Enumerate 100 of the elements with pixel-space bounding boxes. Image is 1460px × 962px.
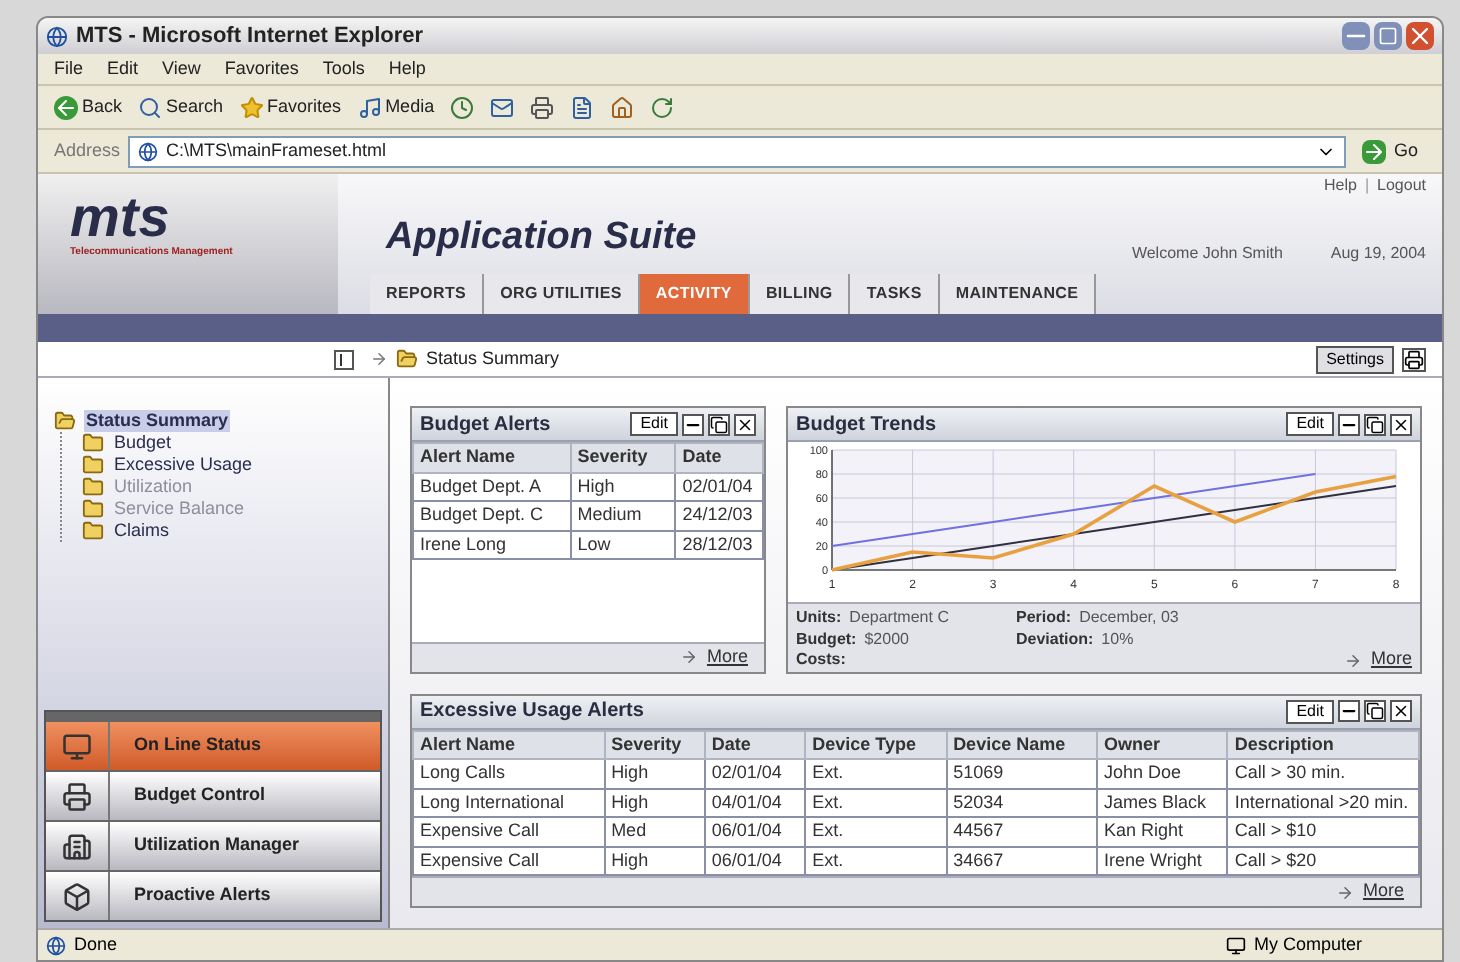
table-cell: Long Calls bbox=[413, 759, 605, 788]
close-icon[interactable] bbox=[1390, 413, 1412, 435]
menu-item[interactable]: Edit bbox=[107, 55, 139, 83]
folder-icon bbox=[82, 476, 104, 498]
breadcrumb-text: Status Summary bbox=[426, 345, 562, 372]
table-cell: Medium bbox=[570, 501, 676, 530]
collapse-icon[interactable] bbox=[334, 349, 354, 369]
menu-item[interactable]: Favorites bbox=[224, 55, 299, 83]
table-cell: 02/01/04 bbox=[675, 472, 763, 501]
tree-item[interactable]: Budget bbox=[112, 432, 174, 454]
edit-button[interactable]: Edit bbox=[1286, 412, 1334, 436]
toolbar-button[interactable]: Back bbox=[54, 93, 123, 121]
table-cell: Call > $20 bbox=[1227, 846, 1419, 875]
menu-item[interactable]: Help bbox=[388, 55, 426, 83]
table-cell: Long International bbox=[413, 788, 605, 817]
toolbar-button[interactable]: Search bbox=[138, 93, 224, 121]
table-cell: Expensive Call bbox=[413, 846, 605, 875]
history-icon[interactable] bbox=[450, 95, 475, 119]
side-panel-item[interactable]: Proactive Alerts bbox=[46, 872, 380, 920]
home-icon[interactable] bbox=[610, 95, 635, 119]
toolbar-button[interactable]: Favorites bbox=[239, 93, 342, 121]
maximize-icon[interactable] bbox=[1374, 22, 1402, 50]
date-text: Aug 19, 2004 bbox=[1330, 242, 1426, 266]
arrow-icon bbox=[680, 648, 699, 666]
table-cell: 28/12/03 bbox=[675, 530, 763, 559]
nav-tab[interactable]: MAINTENANCE bbox=[939, 274, 1097, 314]
mail-icon[interactable] bbox=[490, 95, 515, 119]
table-cell: 44567 bbox=[946, 817, 1097, 846]
edit-button[interactable]: Edit bbox=[630, 412, 678, 436]
tree-item[interactable]: Excessive Usage bbox=[112, 454, 255, 476]
window-title: MTS - Microsoft Internet Explorer bbox=[76, 21, 426, 52]
header-link[interactable]: Help bbox=[1324, 174, 1357, 198]
menu-item[interactable]: View bbox=[162, 55, 201, 83]
minimize-icon[interactable] bbox=[1338, 700, 1360, 722]
edit-button[interactable]: Edit bbox=[1286, 699, 1334, 723]
detail-value: $2000 bbox=[864, 627, 909, 651]
page-icon bbox=[46, 935, 66, 955]
table-cell: 34667 bbox=[946, 846, 1097, 875]
arrow-icon bbox=[370, 350, 388, 368]
music-icon bbox=[357, 95, 382, 119]
table-cell: Ext. bbox=[805, 759, 947, 788]
arrow-icon bbox=[1344, 651, 1363, 669]
table-cell: Budget Dept. A bbox=[413, 472, 571, 501]
table-cell: 24/12/03 bbox=[675, 501, 763, 530]
table-cell: Ext. bbox=[805, 788, 947, 817]
close-icon[interactable] bbox=[1390, 700, 1412, 722]
more-link[interactable]: More bbox=[706, 643, 748, 671]
table-cell: 52034 bbox=[946, 788, 1097, 817]
nav-tab[interactable]: BILLING bbox=[749, 274, 851, 314]
zone-text: My Computer bbox=[1254, 931, 1365, 958]
restore-icon[interactable] bbox=[1364, 413, 1386, 435]
minimize-icon[interactable] bbox=[1338, 413, 1360, 435]
more-link[interactable]: More bbox=[1370, 646, 1412, 674]
table-cell: Call > $10 bbox=[1227, 817, 1419, 846]
table-cell: Irene Long bbox=[413, 530, 571, 559]
side-panel-item[interactable]: Utilization Manager bbox=[46, 822, 380, 870]
restore-icon[interactable] bbox=[1364, 700, 1386, 722]
header-link[interactable]: Logout bbox=[1377, 174, 1426, 198]
detail-value: Department C bbox=[849, 606, 949, 630]
document-icon[interactable] bbox=[570, 95, 595, 119]
print-icon[interactable] bbox=[530, 95, 555, 119]
card-title: Excessive Usage Alerts bbox=[420, 698, 646, 726]
go-button[interactable]: Go bbox=[1353, 137, 1426, 165]
side-panel-item[interactable]: Budget Control bbox=[46, 772, 380, 820]
table-cell: Ext. bbox=[805, 846, 947, 875]
go-arrow-icon bbox=[1361, 139, 1386, 163]
toolbar-button[interactable]: Media bbox=[357, 93, 435, 121]
column-header: Owner bbox=[1097, 730, 1228, 759]
detail-label: Deviation: bbox=[1016, 627, 1094, 651]
menu-item[interactable]: Tools bbox=[322, 55, 365, 83]
address-field[interactable]: C:\MTS\mainFrameset.html bbox=[128, 135, 1346, 167]
refresh-icon[interactable] bbox=[650, 95, 675, 119]
minimize-icon[interactable] bbox=[682, 413, 704, 435]
nav-tab[interactable]: ORG UTILITIES bbox=[484, 274, 640, 314]
detail-value: December, 03 bbox=[1079, 606, 1179, 630]
search-icon bbox=[138, 95, 163, 119]
folder-icon bbox=[54, 410, 76, 432]
detail-label: Costs: bbox=[796, 648, 846, 672]
table-cell: Irene Wright bbox=[1097, 846, 1228, 875]
welcome-text: Welcome John Smith bbox=[1131, 242, 1283, 266]
tree-item[interactable]: Status Summary bbox=[84, 410, 231, 432]
print-icon[interactable] bbox=[1402, 347, 1426, 371]
nav-tab[interactable]: REPORTS bbox=[370, 274, 485, 314]
table-cell: High bbox=[604, 759, 705, 788]
table-cell: High bbox=[604, 846, 705, 875]
nav-tab[interactable]: TASKS bbox=[850, 274, 940, 314]
table-cell: John Doe bbox=[1097, 759, 1228, 788]
restore-icon[interactable] bbox=[708, 413, 730, 435]
settings-button[interactable]: Settings bbox=[1316, 345, 1394, 373]
more-link[interactable]: More bbox=[1362, 878, 1404, 906]
table-cell: 06/01/04 bbox=[704, 817, 806, 846]
status-text: Done bbox=[74, 931, 120, 958]
tree-item[interactable]: Claims bbox=[112, 520, 172, 542]
side-panel-item[interactable]: On Line Status bbox=[46, 722, 380, 770]
arrow-icon bbox=[1336, 883, 1355, 901]
close-icon[interactable] bbox=[734, 413, 756, 435]
menu-item[interactable]: File bbox=[54, 55, 84, 83]
printer-icon bbox=[62, 781, 92, 811]
table-cell: 51069 bbox=[946, 759, 1097, 788]
table-cell: Low bbox=[570, 530, 676, 559]
